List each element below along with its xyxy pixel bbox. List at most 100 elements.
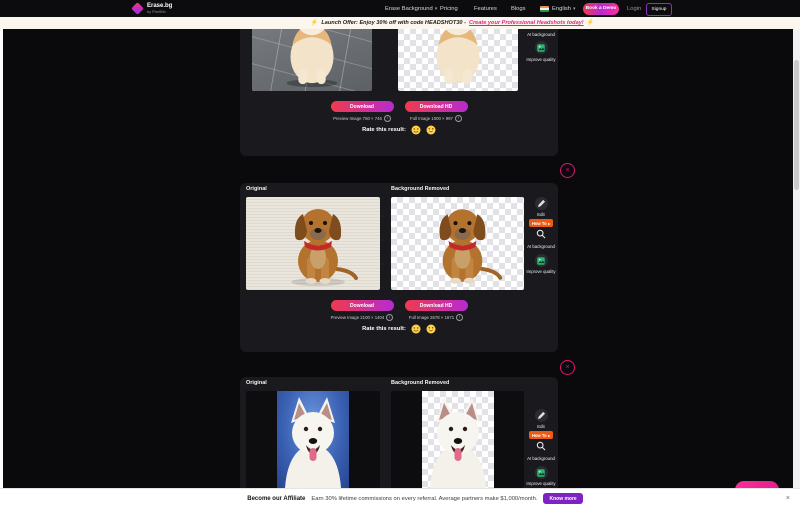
improve-quality-button[interactable]: [535, 466, 548, 479]
play-icon: ▸: [548, 221, 550, 226]
rate-result-label: Rate this result:: [362, 127, 406, 133]
nav-erase-background[interactable]: Erase Background▾: [385, 6, 437, 12]
pencil-icon: [537, 199, 546, 208]
improve-quality-icon: [536, 43, 546, 53]
edit-label: Edit: [537, 212, 544, 217]
full-image-dimensions: Full Image 1000 × 997i: [410, 115, 462, 122]
how-to-label: How To: [532, 221, 547, 226]
cream-dog-photo: [252, 29, 372, 91]
improve-quality-icon: [536, 256, 546, 266]
close-icon: ×: [565, 364, 569, 371]
background-removed-label: Background Removed: [391, 186, 449, 192]
download-hd-button[interactable]: Download HD: [405, 300, 468, 311]
background-removed-image: [391, 197, 524, 290]
headshots-offer-link[interactable]: Create your Professional Headshots today…: [469, 20, 584, 26]
info-icon[interactable]: i: [386, 314, 393, 321]
info-icon[interactable]: i: [455, 115, 462, 122]
cream-dog-cutout: [398, 29, 518, 91]
scrollbar-thumb[interactable]: [794, 60, 799, 190]
original-label: Original: [246, 186, 267, 192]
info-icon[interactable]: i: [456, 314, 463, 321]
slightly-smiling-face-icon[interactable]: [411, 125, 421, 135]
puppy-cutout: [391, 197, 524, 290]
edit-label: Edit: [537, 424, 544, 429]
improve-quality-label: Improve quality: [524, 57, 558, 62]
language-flag-icon: [540, 6, 549, 12]
remove-result-button[interactable]: ×: [560, 360, 575, 375]
logo-title: Erase.bg: [147, 3, 172, 9]
erasebg-logo-icon: [131, 2, 144, 15]
preview-dimensions-text: Preview Image 2100 × 1404: [331, 315, 385, 320]
language-label: English: [552, 6, 571, 12]
info-icon[interactable]: i: [384, 115, 391, 122]
original-label: Original: [246, 380, 267, 386]
tool-panel: AI background Improve quality: [524, 32, 558, 62]
edit-button[interactable]: [535, 197, 548, 210]
nav-blogs[interactable]: Blogs: [511, 6, 526, 12]
nav-pricing[interactable]: Pricing: [440, 6, 458, 12]
ai-background-button[interactable]: AI background: [527, 456, 555, 461]
signup-button[interactable]: Signup: [646, 3, 672, 16]
slightly-smiling-face-icon[interactable]: [411, 324, 421, 334]
grinning-face-icon[interactable]: [426, 324, 436, 334]
lightning-icon: ⚡: [311, 20, 318, 26]
download-hd-button[interactable]: Download HD: [405, 101, 468, 112]
original-image: [246, 391, 380, 488]
white-dog-photo: [277, 391, 349, 488]
ai-background-button[interactable]: AI background: [524, 32, 558, 37]
chevron-down-icon: ▾: [435, 6, 438, 12]
preview-image-dimensions: Preview Image 2100 × 1404i: [331, 314, 394, 321]
original-image: [246, 197, 380, 290]
full-dimensions-text: Full Image 1000 × 997: [410, 116, 453, 121]
preview-image-dimensions: Preview Image 750 × 746i: [333, 115, 391, 122]
know-more-button[interactable]: Know more: [543, 493, 582, 504]
how-to-label: How To: [532, 433, 547, 438]
launch-offer-banner: ⚡ Launch Offer: Enjoy 30% off with code …: [0, 17, 800, 29]
top-navbar: Erase.bg by PixelBin Erase Background▾ P…: [0, 0, 800, 17]
white-dog-cutout: [422, 391, 494, 488]
original-image: [252, 29, 372, 91]
offer-text: Launch Offer: Enjoy 30% off with code HE…: [321, 20, 466, 26]
tool-panel: Edit How To ▸ AI background: [524, 197, 558, 274]
nav-features[interactable]: Features: [474, 6, 497, 12]
logo-subtitle: by PixelBin: [147, 10, 166, 14]
remove-result-button[interactable]: ×: [560, 163, 575, 178]
language-selector[interactable]: English▾: [552, 6, 576, 12]
page: Erase.bg by PixelBin Erase Background▾ P…: [0, 0, 800, 508]
background-removed-label: Background Removed: [391, 380, 449, 386]
nav-erase-background-label: Erase Background: [385, 6, 433, 12]
improve-quality-label: Improve quality: [526, 481, 555, 486]
puppy-photo: [246, 197, 380, 290]
full-dimensions-text: Full Image 2678 × 1671: [409, 315, 454, 320]
improve-quality-icon: [536, 468, 546, 478]
magnifier-icon[interactable]: [536, 441, 546, 451]
banner-close-icon[interactable]: ×: [786, 495, 790, 502]
chevron-down-icon: ▾: [573, 6, 576, 12]
how-to-button[interactable]: How To ▸: [529, 431, 553, 439]
result-card-1: AI background Improve quality Download P…: [240, 29, 558, 156]
affiliate-title: Become our Affiliate: [247, 496, 305, 502]
play-icon: ▸: [548, 433, 550, 438]
lightning-icon: ⚡: [587, 20, 594, 26]
book-a-demo-button[interactable]: Book a Demo: [583, 3, 619, 15]
close-icon: ×: [565, 167, 569, 174]
background-removed-image: [398, 29, 518, 91]
affiliate-text: Earn 30% lifetime commissions on every r…: [311, 496, 537, 502]
background-removed-image: [391, 391, 524, 488]
result-card-2: Original Background Removed: [240, 183, 558, 352]
ai-background-button[interactable]: AI background: [527, 244, 555, 249]
full-image-dimensions: Full Image 2678 × 1671i: [409, 314, 463, 321]
how-to-button[interactable]: How To ▸: [529, 219, 553, 227]
results-area: AI background Improve quality Download P…: [3, 29, 793, 508]
improve-quality-button[interactable]: [535, 254, 548, 267]
grinning-face-icon[interactable]: [426, 125, 436, 135]
magnifier-icon[interactable]: [536, 229, 546, 239]
improve-quality-button[interactable]: [535, 41, 548, 54]
affiliate-banner: Become our Affiliate Earn 30% lifetime c…: [0, 488, 800, 508]
login-link[interactable]: Login: [627, 6, 641, 12]
edit-button[interactable]: [535, 409, 548, 422]
rate-result-label: Rate this result:: [362, 326, 406, 332]
preview-dimensions-text: Preview Image 750 × 746: [333, 116, 382, 121]
download-button[interactable]: Download: [331, 101, 394, 112]
download-button[interactable]: Download: [331, 300, 394, 311]
